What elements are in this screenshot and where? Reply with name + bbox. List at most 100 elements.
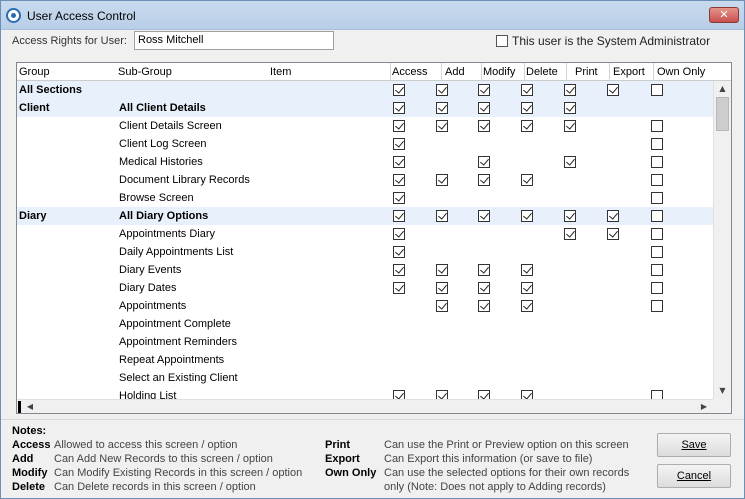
print-checkbox[interactable] xyxy=(564,102,576,114)
own-only-checkbox[interactable] xyxy=(651,228,663,240)
export-checkbox[interactable] xyxy=(607,228,619,240)
access-checkbox[interactable] xyxy=(393,390,405,399)
delete-checkbox[interactable] xyxy=(521,300,533,312)
add-checkbox[interactable] xyxy=(436,300,448,312)
vertical-scroll-thumb[interactable] xyxy=(716,97,729,131)
scroll-corner xyxy=(713,399,731,413)
table-row[interactable]: Client Details Screen xyxy=(17,117,713,135)
table-row[interactable]: Appointments xyxy=(17,297,713,315)
table-row[interactable]: Diary All Diary Options xyxy=(17,207,713,225)
print-checkbox[interactable] xyxy=(564,84,576,96)
scroll-left-icon[interactable]: ◀ xyxy=(23,400,37,413)
access-checkbox[interactable] xyxy=(393,246,405,258)
delete-checkbox[interactable] xyxy=(521,120,533,132)
access-checkbox[interactable] xyxy=(393,192,405,204)
add-checkbox[interactable] xyxy=(436,390,448,399)
close-button[interactable]: ✕ xyxy=(709,7,739,23)
export-checkbox[interactable] xyxy=(607,84,619,96)
print-checkbox[interactable] xyxy=(564,228,576,240)
modify-checkbox[interactable] xyxy=(478,300,490,312)
own-only-checkbox[interactable] xyxy=(651,120,663,132)
modify-checkbox[interactable] xyxy=(478,210,490,222)
own-only-checkbox[interactable] xyxy=(651,282,663,294)
save-button-label: Save xyxy=(681,439,707,451)
own-only-checkbox[interactable] xyxy=(651,300,663,312)
table-row[interactable]: Client Log Screen xyxy=(17,135,713,153)
own-only-checkbox[interactable] xyxy=(651,192,663,204)
scroll-right-icon[interactable]: ▶ xyxy=(697,400,711,413)
table-row[interactable]: Select an Existing Client xyxy=(17,369,713,387)
modify-checkbox[interactable] xyxy=(478,174,490,186)
user-name-field[interactable]: Ross Mitchell xyxy=(134,31,334,50)
table-row[interactable]: Medical Histories xyxy=(17,153,713,171)
add-checkbox[interactable] xyxy=(436,120,448,132)
modify-checkbox[interactable] xyxy=(478,156,490,168)
access-checkbox[interactable] xyxy=(393,264,405,276)
own-only-checkbox[interactable] xyxy=(651,390,663,399)
own-only-checkbox[interactable] xyxy=(651,138,663,150)
vertical-scrollbar[interactable]: ▲ ▼ xyxy=(713,81,731,399)
add-checkbox[interactable] xyxy=(436,210,448,222)
horizontal-scroll-thumb[interactable] xyxy=(18,401,21,413)
access-checkbox[interactable] xyxy=(393,174,405,186)
add-checkbox[interactable] xyxy=(436,282,448,294)
table-row[interactable]: Browse Screen xyxy=(17,189,713,207)
modify-checkbox[interactable] xyxy=(478,84,490,96)
horizontal-scrollbar[interactable]: ◀ ▶ xyxy=(17,399,713,413)
table-row[interactable]: Diary Events xyxy=(17,261,713,279)
delete-checkbox[interactable] xyxy=(521,102,533,114)
table-row[interactable]: Document Library Records xyxy=(17,171,713,189)
access-checkbox[interactable] xyxy=(393,84,405,96)
access-checkbox[interactable] xyxy=(393,156,405,168)
delete-checkbox[interactable] xyxy=(521,84,533,96)
system-admin-checkbox[interactable] xyxy=(496,35,508,47)
own-only-checkbox[interactable] xyxy=(651,210,663,222)
access-checkbox[interactable] xyxy=(393,228,405,240)
table-row[interactable]: Repeat Appointments xyxy=(17,351,713,369)
notes-title: Notes: xyxy=(12,425,47,437)
delete-checkbox[interactable] xyxy=(521,390,533,399)
access-checkbox[interactable] xyxy=(393,120,405,132)
own-only-checkbox[interactable] xyxy=(651,264,663,276)
add-checkbox[interactable] xyxy=(436,174,448,186)
column-header: Group xyxy=(19,66,50,78)
cancel-button[interactable]: Cancel xyxy=(657,464,731,488)
delete-checkbox[interactable] xyxy=(521,174,533,186)
modify-checkbox[interactable] xyxy=(478,282,490,294)
title-bar: User Access Control ✕ xyxy=(1,1,744,30)
modify-checkbox[interactable] xyxy=(478,264,490,276)
table-row[interactable]: Daily Appointments List xyxy=(17,243,713,261)
export-checkbox[interactable] xyxy=(607,210,619,222)
access-checkbox[interactable] xyxy=(393,282,405,294)
own-only-checkbox[interactable] xyxy=(651,174,663,186)
print-checkbox[interactable] xyxy=(564,156,576,168)
scroll-down-icon[interactable]: ▼ xyxy=(714,383,731,399)
access-checkbox[interactable] xyxy=(393,102,405,114)
table-row[interactable]: Appointment Complete xyxy=(17,315,713,333)
modify-checkbox[interactable] xyxy=(478,390,490,399)
add-checkbox[interactable] xyxy=(436,264,448,276)
add-checkbox[interactable] xyxy=(436,102,448,114)
delete-checkbox[interactable] xyxy=(521,210,533,222)
print-checkbox[interactable] xyxy=(564,120,576,132)
own-only-checkbox[interactable] xyxy=(651,246,663,258)
save-button[interactable]: Save xyxy=(657,433,731,457)
table-row[interactable]: All Sections xyxy=(17,81,713,99)
modify-checkbox[interactable] xyxy=(478,120,490,132)
access-checkbox[interactable] xyxy=(393,210,405,222)
table-row[interactable]: Appointments Diary xyxy=(17,225,713,243)
scroll-up-icon[interactable]: ▲ xyxy=(714,81,731,97)
print-checkbox[interactable] xyxy=(564,210,576,222)
delete-checkbox[interactable] xyxy=(521,264,533,276)
table-row[interactable]: Diary Dates xyxy=(17,279,713,297)
modify-checkbox[interactable] xyxy=(478,102,490,114)
note-text: Can Export this information (or save to … xyxy=(384,453,593,465)
table-row[interactable]: Appointment Reminders xyxy=(17,333,713,351)
table-row[interactable]: Holding List xyxy=(17,387,713,399)
own-only-checkbox[interactable] xyxy=(651,84,663,96)
own-only-checkbox[interactable] xyxy=(651,156,663,168)
table-row[interactable]: Client All Client Details xyxy=(17,99,713,117)
add-checkbox[interactable] xyxy=(436,84,448,96)
access-checkbox[interactable] xyxy=(393,138,405,150)
delete-checkbox[interactable] xyxy=(521,282,533,294)
